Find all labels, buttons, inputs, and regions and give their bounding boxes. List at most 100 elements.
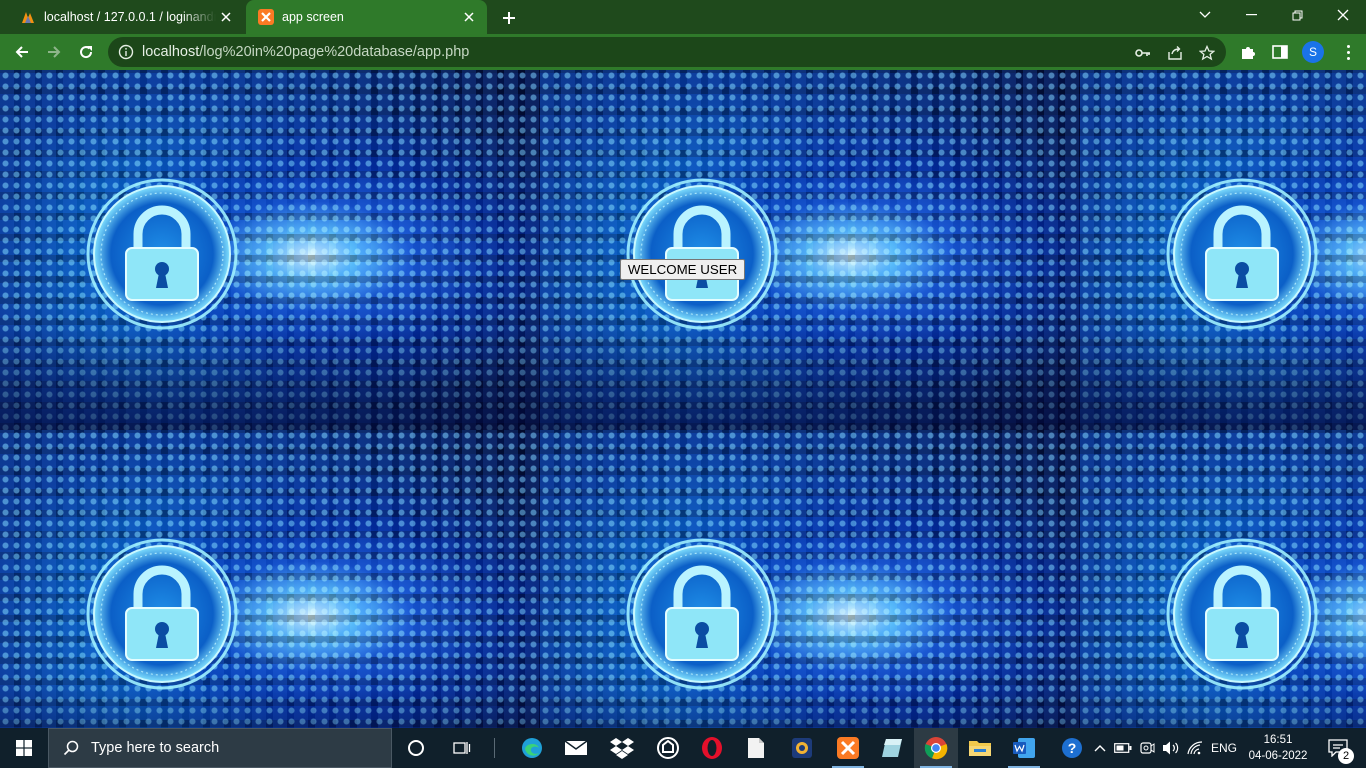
tab-strip: localhost / 127.0.0.1 / loginandregister… (0, 0, 1366, 34)
word-icon (1013, 738, 1035, 758)
tab-phpmyadmin[interactable]: localhost / 127.0.0.1 / loginandregister (8, 0, 244, 34)
arrow-right-icon (48, 46, 61, 58)
xampp-taskbar-button[interactable] (826, 728, 870, 768)
photo-app-button[interactable] (780, 728, 824, 768)
extensions-button[interactable] (1238, 42, 1258, 62)
taskbar-search-box[interactable]: Type here to search (48, 728, 392, 768)
background-tile (540, 70, 1080, 430)
padlock-icon (626, 178, 778, 330)
phpmyadmin-icon (22, 12, 34, 23)
close-icon (1337, 9, 1349, 21)
minimize-button[interactable] (1228, 0, 1274, 30)
input-language-button[interactable]: ENG (1208, 728, 1240, 768)
background-tile (1080, 430, 1366, 728)
task-view-button[interactable] (440, 728, 484, 768)
restore-button[interactable] (1274, 0, 1320, 30)
window-close-button[interactable] (1320, 0, 1366, 30)
edge-icon (522, 738, 542, 758)
volume-button[interactable] (1160, 728, 1182, 768)
info-icon[interactable] (118, 44, 134, 60)
background-tile (540, 430, 1080, 728)
bookmark-star-icon[interactable] (1198, 44, 1216, 62)
clock-date: 04-06-2022 (1248, 750, 1308, 762)
background-tile (0, 430, 540, 728)
chrome-taskbar-button[interactable] (914, 728, 958, 768)
key-icon[interactable] (1134, 44, 1152, 62)
mail-icon (564, 740, 588, 755)
meet-now-button[interactable] (1136, 728, 1158, 768)
close-icon[interactable] (216, 7, 236, 27)
svg-text:?: ? (1068, 740, 1077, 756)
padlock-icon (1166, 538, 1318, 690)
notification-count-badge: 2 (1338, 748, 1354, 764)
tab-app-screen[interactable]: app screen (246, 0, 487, 34)
notes-button[interactable] (870, 728, 914, 768)
action-center-button[interactable]: 2 (1318, 728, 1358, 768)
taskbar-clock[interactable]: 16:51 04-06-2022 (1248, 732, 1308, 764)
dropbox-button[interactable] (600, 728, 644, 768)
restore-icon (1292, 10, 1302, 20)
menu-kebab-icon[interactable] (1338, 42, 1358, 62)
side-panel-icon (1272, 45, 1288, 59)
browser-toolbar: localhost/log%20in%20page%20database/app… (0, 34, 1366, 70)
padlock-icon (1166, 178, 1318, 330)
help-icon: ? (1062, 738, 1082, 758)
arrow-left-icon (15, 46, 28, 58)
wifi-icon (1187, 741, 1203, 755)
new-tab-button[interactable] (498, 7, 520, 29)
tab-title: localhost / 127.0.0.1 / loginandregister (44, 10, 216, 24)
padlock-icon (86, 538, 238, 690)
side-panel-button[interactable] (1270, 42, 1290, 62)
clock-time: 16:51 (1263, 734, 1293, 746)
opera-icon (702, 737, 722, 759)
chevron-down-icon (1199, 11, 1211, 18)
address-bar[interactable]: localhost/log%20in%20page%20database/app… (108, 37, 1226, 67)
reload-button[interactable] (72, 38, 100, 66)
padlock-icon (626, 538, 778, 690)
background-tile (0, 70, 540, 430)
word-taskbar-button[interactable] (1002, 728, 1046, 768)
url-path: /log%20in%20page%20database/app.php (199, 44, 470, 60)
file-explorer-icon (969, 741, 991, 756)
close-icon[interactable] (459, 7, 479, 27)
profile-avatar[interactable]: S (1302, 41, 1324, 63)
reload-icon (80, 46, 93, 59)
dropbox-icon (610, 738, 634, 759)
search-icon (63, 740, 79, 756)
file-explorer-button[interactable] (958, 728, 1002, 768)
app-button[interactable] (646, 728, 690, 768)
mail-button[interactable] (554, 728, 598, 768)
page-viewport: WELCOME USER (0, 70, 1366, 728)
app-icon (657, 737, 679, 759)
xampp-icon (837, 737, 859, 759)
cortana-button[interactable] (394, 728, 438, 768)
start-button[interactable] (0, 728, 48, 768)
show-hidden-icons-button[interactable] (1090, 728, 1110, 768)
padlock-icon (86, 178, 238, 330)
taskbar: Type here to search ? ENG 16:51 04-06-20… (0, 728, 1366, 768)
xampp-icon (258, 9, 274, 25)
back-button[interactable] (8, 38, 36, 66)
background-tile (1080, 70, 1366, 430)
battery-button[interactable] (1112, 728, 1134, 768)
photo-app-icon (792, 738, 812, 758)
share-icon[interactable] (1166, 44, 1184, 62)
plus-icon (503, 12, 515, 24)
minimize-icon (1245, 14, 1257, 16)
file-button[interactable] (734, 728, 778, 768)
network-button[interactable] (1184, 728, 1206, 768)
help-tray-button[interactable]: ? (1058, 728, 1086, 768)
puzzle-icon (1242, 47, 1255, 59)
forward-button[interactable] (40, 38, 68, 66)
chrome-icon (924, 737, 948, 760)
search-placeholder: Type here to search (91, 740, 220, 756)
url-text[interactable]: localhost/log%20in%20page%20database/app… (142, 44, 469, 60)
opera-button[interactable] (690, 728, 734, 768)
welcome-user-button[interactable]: WELCOME USER (620, 259, 745, 280)
edge-button[interactable] (510, 728, 554, 768)
tab-search-button[interactable] (1182, 0, 1228, 30)
cortana-icon (408, 740, 424, 756)
camera-icon (1140, 742, 1155, 754)
speaker-icon (1163, 741, 1179, 755)
tab-title: app screen (282, 10, 344, 24)
